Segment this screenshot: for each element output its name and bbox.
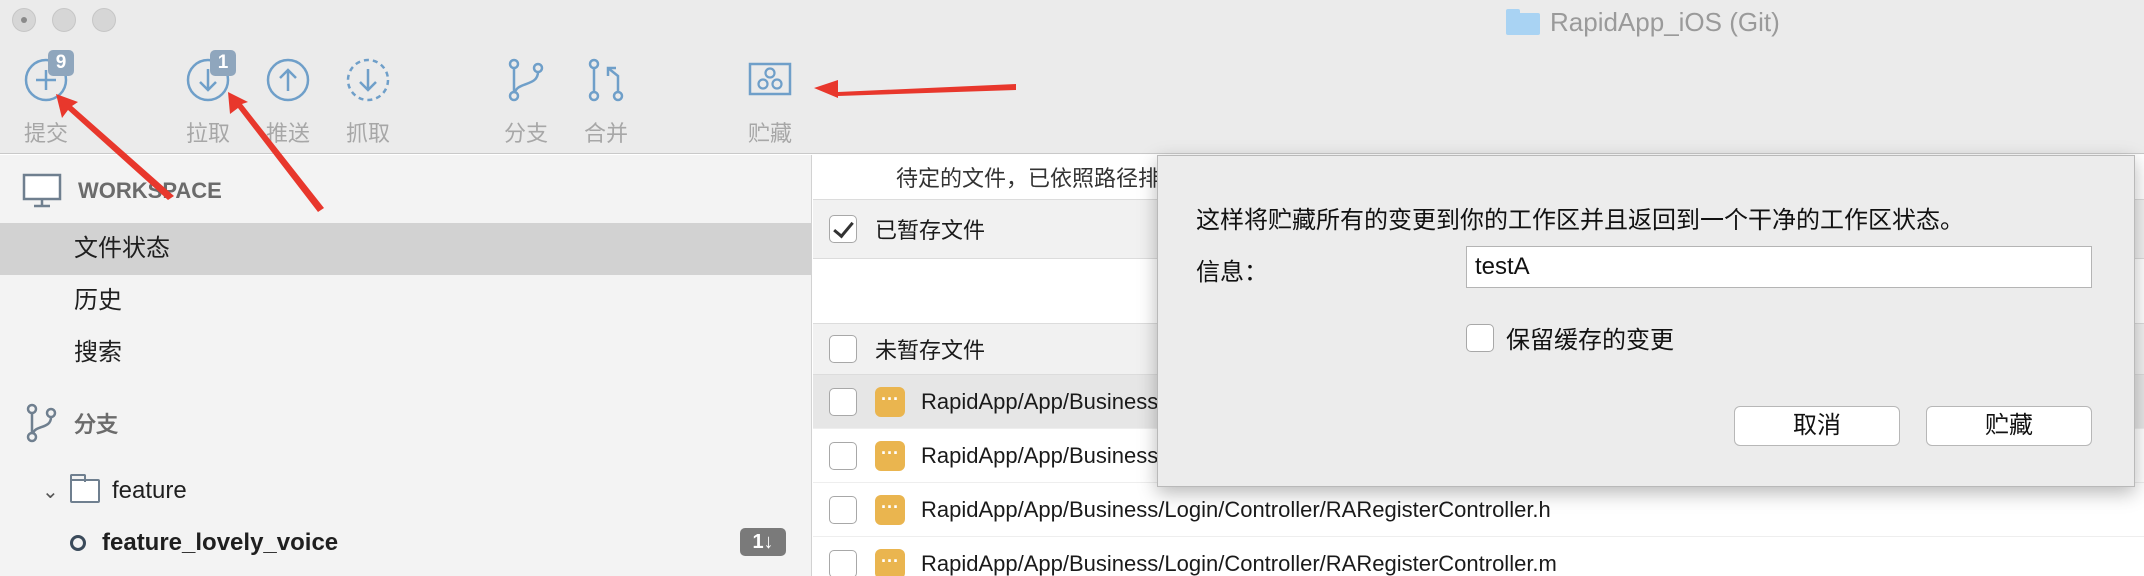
fetch-button[interactable]: 抓取 xyxy=(340,56,396,146)
branch-behind-badge: 1↓ xyxy=(740,528,786,556)
unstaged-all-checkbox[interactable] xyxy=(829,335,857,363)
close-window-button[interactable] xyxy=(12,8,36,32)
pull-count-badge: 1 xyxy=(210,50,236,76)
cancel-button[interactable]: 取消 xyxy=(1734,406,1900,446)
keep-index-checkbox[interactable] xyxy=(1466,323,1494,352)
file-path: RapidApp/App/Business/Login/Controller/R… xyxy=(921,496,1551,522)
file-checkbox[interactable] xyxy=(829,549,857,576)
file-path: RapidApp/App/Business/Login/Controller/R… xyxy=(921,550,1557,576)
stash-button[interactable]: 贮藏 xyxy=(742,56,798,146)
pending-files-hint: 待定的文件，已依照路径排 xyxy=(896,166,1161,191)
workspace-header: WORKSPACE xyxy=(22,173,222,209)
message-label: 信息： xyxy=(1196,259,1268,286)
sidebar-item-history[interactable]: 历史 xyxy=(0,275,811,327)
file-checkbox[interactable] xyxy=(829,441,857,470)
file-checkbox[interactable] xyxy=(829,387,857,416)
branch-button[interactable]: 分支 xyxy=(498,56,554,146)
stash-box-icon xyxy=(748,62,792,96)
file-row[interactable]: ··· RapidApp/App/Business/Login/Controll… xyxy=(813,483,2144,537)
fetch-label: 抓取 xyxy=(345,121,390,146)
folder-icon xyxy=(1506,9,1540,35)
minimize-window-button[interactable] xyxy=(52,8,76,32)
staged-all-checkbox[interactable] xyxy=(829,215,857,243)
stash-message-input[interactable] xyxy=(1466,246,2092,288)
commit-count-badge: 9 xyxy=(48,50,74,76)
merge-label: 合并 xyxy=(583,121,628,146)
branch-ring-icon xyxy=(70,535,86,551)
toolbar: RapidApp_iOS (Git) 9 提交 1 拉取 推送 抓取 分支 合并… xyxy=(0,0,2144,154)
zoom-window-button[interactable] xyxy=(92,8,116,32)
modified-icon: ··· xyxy=(875,440,905,471)
branch-icon xyxy=(508,58,544,102)
folder-icon xyxy=(70,474,100,503)
branch-item-feature-lovely-voice[interactable]: feature_lovely_voice xyxy=(70,529,338,557)
file-row[interactable]: ··· RapidApp/App/Business/Login/Controll… xyxy=(813,537,2144,576)
push-button[interactable]: 推送 xyxy=(260,56,316,146)
keep-index-option[interactable]: 保留缓存的变更 xyxy=(1466,320,1674,355)
arrow-down-dashed-circle-icon xyxy=(346,58,390,102)
push-label: 推送 xyxy=(265,121,310,146)
merge-button[interactable]: 合并 xyxy=(578,56,634,146)
stash-label: 贮藏 xyxy=(747,121,792,146)
pull-button[interactable]: 1 拉取 xyxy=(180,50,236,146)
branch-icon xyxy=(26,403,57,443)
pull-label: 拉取 xyxy=(185,121,230,146)
sidebar-item-search[interactable]: 搜索 xyxy=(0,327,811,379)
stash-dialog: 这样将贮藏所有的变更到你的工作区并且返回到一个干净的工作区状态。 信息： 保留缓… xyxy=(1157,155,2135,487)
branches-header[interactable]: 分支 xyxy=(24,403,118,443)
file-path: RapidApp/App/Business xyxy=(921,442,1159,468)
arrow-up-circle-icon xyxy=(266,58,310,102)
modified-icon: ··· xyxy=(875,386,905,417)
modified-icon: ··· xyxy=(875,494,905,525)
file-path: RapidApp/App/Business xyxy=(921,388,1159,414)
monitor-icon xyxy=(22,173,62,208)
sidebar: WORKSPACE 文件状态 历史 搜索 分支 ⌄ feature featur… xyxy=(0,155,812,576)
chevron-down-icon[interactable]: ⌄ xyxy=(42,479,70,504)
sidebar-item-file-status[interactable]: 文件状态 xyxy=(0,223,811,275)
stash-description: 这样将贮藏所有的变更到你的工作区并且返回到一个干净的工作区状态。 xyxy=(1196,207,1964,234)
branch-label: 分支 xyxy=(503,121,548,146)
branch-folder-feature[interactable]: ⌄ feature xyxy=(42,474,187,505)
modified-icon: ··· xyxy=(875,548,905,576)
file-checkbox[interactable] xyxy=(829,495,857,524)
stash-confirm-button[interactable]: 贮藏 xyxy=(1926,406,2092,446)
commit-button[interactable]: 9 提交 xyxy=(18,50,74,146)
commit-label: 提交 xyxy=(23,121,68,146)
merge-icon xyxy=(588,58,624,102)
window-title: RapidApp_iOS (Git) xyxy=(1506,6,1780,38)
